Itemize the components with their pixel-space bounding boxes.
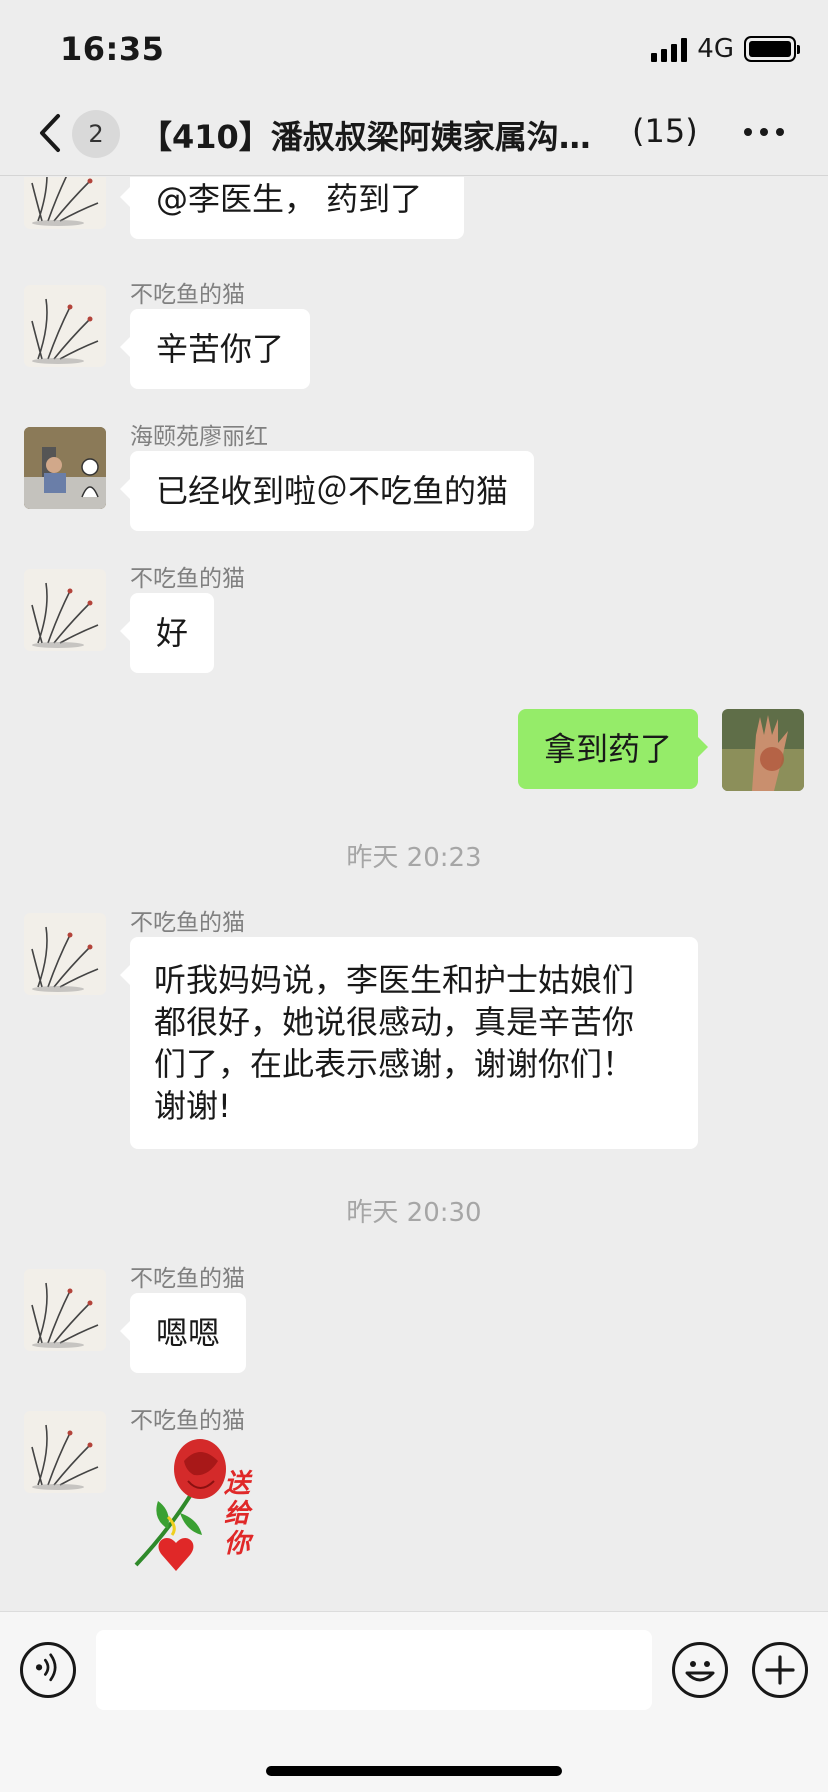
chat-area[interactable]: @李医生， 药到了 不吃鱼的猫 辛苦你了 海颐苑廖丽红 已经收到啦＠不吃鱼的猫 … [0, 177, 828, 1611]
sender-name: 不吃鱼的猫 [130, 1266, 245, 1292]
timestamp: 昨天 20:23 [346, 843, 482, 873]
message-bubble[interactable]: 好 [119, 593, 215, 673]
emoji-button[interactable] [672, 1642, 728, 1698]
status-bar: 16:35 4G [0, 0, 828, 100]
plus-button[interactable] [752, 1642, 808, 1698]
message-text: 嗯嗯 [156, 1314, 221, 1352]
message-bubble[interactable]: 嗯嗯 [119, 1293, 247, 1373]
avatar[interactable] [24, 427, 106, 509]
plus-icon [765, 1655, 795, 1685]
timestamp: 昨天 20:30 [346, 1198, 482, 1228]
network-type: 4G [697, 34, 734, 64]
status-indicators: 4G [651, 34, 800, 64]
sender-name: 不吃鱼的猫 [130, 282, 245, 308]
sender-name: 不吃鱼的猫 [130, 566, 245, 592]
sender-name: 不吃鱼的猫 [130, 1408, 245, 1434]
home-indicator[interactable] [266, 1766, 562, 1776]
message-line: 听我妈妈说，李医生和护士姑娘们 [154, 961, 635, 999]
avatar[interactable] [24, 913, 106, 995]
message-bubble[interactable]: @李医生， 药到了 [120, 177, 464, 239]
message-bubble[interactable]: 辛苦你了 [119, 309, 311, 389]
avatar[interactable] [24, 1411, 106, 1493]
status-time: 16:35 [60, 30, 165, 68]
battery-icon [744, 36, 800, 62]
back-icon[interactable] [36, 112, 66, 154]
unread-badge[interactable]: 2 [72, 110, 120, 158]
message-text: 好 [156, 614, 189, 652]
message-line: 们了，在此表示感谢，谢谢你们！ [154, 1045, 635, 1083]
avatar[interactable] [24, 177, 106, 229]
message-text: @李医生， 药到了 [156, 180, 423, 218]
avatar[interactable] [24, 285, 106, 367]
my-message-bubble[interactable]: 拿到药了 [517, 709, 709, 789]
avatar[interactable] [24, 569, 106, 651]
more-icon[interactable] [744, 128, 784, 136]
voice-button[interactable] [20, 1642, 76, 1698]
input-bar [0, 1611, 828, 1792]
signal-icon [651, 36, 688, 62]
sticker-caption: 送给你 [224, 1469, 251, 1559]
sender-name: 不吃鱼的猫 [130, 910, 245, 936]
member-count: (15) [632, 112, 698, 150]
rose-sticker[interactable]: 送给你 [128, 1431, 268, 1591]
message-text: 已经收到啦＠不吃鱼的猫 [156, 472, 509, 510]
avatar[interactable] [24, 1269, 106, 1351]
message-input[interactable] [96, 1630, 652, 1710]
my-avatar[interactable] [722, 709, 804, 791]
message-bubble[interactable]: 已经收到啦＠不吃鱼的猫 [119, 451, 535, 531]
nav-bar: 2 【410】潘叔叔梁阿姨家属沟… (15) [0, 100, 828, 176]
voice-icon [35, 1653, 57, 1682]
message-line: 谢谢! [154, 1087, 231, 1125]
message-line: 都很好，她说很感动，真是辛苦你 [154, 1003, 635, 1041]
message-text: 辛苦你了 [156, 330, 285, 368]
emoji-icon [685, 1661, 715, 1682]
message-text: 拿到药了 [543, 730, 672, 768]
chat-title: 【410】潘叔叔梁阿姨家属沟… [140, 118, 591, 156]
sender-name: 海颐苑廖丽红 [130, 424, 268, 450]
message-bubble[interactable]: 听我妈妈说，李医生和护士姑娘们 都很好，她说很感动，真是辛苦你 们了，在此表示感… [120, 937, 698, 1149]
